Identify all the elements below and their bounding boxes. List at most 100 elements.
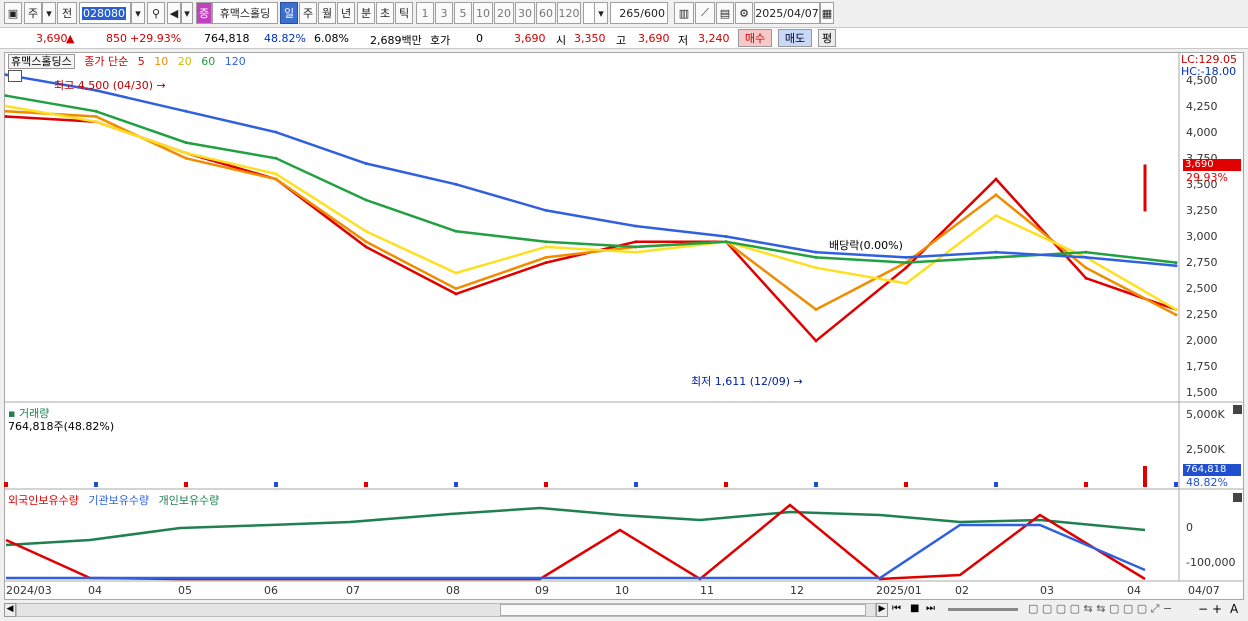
x-tick: 02 [955,584,969,597]
first-page-icon[interactable]: ⏮ [892,603,901,614]
y-tick: 4,500 [1186,74,1218,87]
font-size-icon[interactable]: A [1230,602,1238,616]
ma-60-point [814,255,818,259]
ma-120-label: 120 [224,55,246,68]
ma-120-point [1174,264,1178,268]
ma-10-point [544,255,548,259]
legend-institution: 기관보유수량 [88,494,150,507]
last-page-icon[interactable]: ⏭ [926,603,935,614]
ma-20-point [364,229,368,233]
volume-bar [4,482,8,487]
legend-individual: 개인보유수량 [158,494,220,507]
ma-120-point [454,182,458,186]
ma-10-point [1084,266,1088,270]
holding-close-icon[interactable] [1233,493,1242,502]
y-tick: 4,000 [1186,126,1218,139]
y-tick: 2,500 [1186,282,1218,295]
ma-60-label: 60 [201,55,216,68]
volume-bar [184,482,188,487]
stop-icon[interactable]: ■ [910,603,919,614]
y-tick: 3,250 [1186,204,1218,217]
ma-title: 종가 단순 [84,55,129,68]
ma-5-point [634,240,638,244]
ma-5-point [1084,276,1088,280]
ma-5-point [454,292,458,296]
ma-20-label: 20 [177,55,192,68]
ma-10-point [4,109,8,113]
ma-5-point [904,266,908,270]
volume-y-tick: 5,000K [1186,408,1225,421]
ma-20-point [454,271,458,275]
ma-5-point [814,339,818,343]
ma-60-point [724,240,728,244]
volume-bar [904,482,908,487]
zoom-slider[interactable] [948,608,1018,611]
y-tick: 2,250 [1186,308,1218,321]
ma-10-point [454,287,458,291]
current-price-tag: 3,690 [1183,159,1241,171]
x-end-label: 04/07 [1188,584,1220,597]
volume-bar [364,482,368,487]
ma-20-point [904,281,908,285]
ma-5-point [4,115,8,119]
x-tick: 05 [178,584,192,597]
zoom-out-icon[interactable]: − [1198,602,1208,616]
zoom-in-icon[interactable]: + [1212,602,1222,616]
volume-bar [454,482,458,487]
scrollbar-thumb[interactable] [500,604,866,616]
ma-120-point [1084,255,1088,259]
ma-60-point [1174,261,1178,265]
ma-120-point [904,255,908,259]
ma-120-point [814,250,818,254]
x-tick: 04 [88,584,102,597]
x-tick: 2024/03 [6,584,52,597]
ma-10-point [274,177,278,181]
volume-tag: 764,818 [1183,464,1241,476]
ma-60-point [94,109,98,113]
ma-10-point [364,240,368,244]
ma-20-point [544,245,548,249]
ma-60-line [5,94,1177,264]
high-note-text: 최고 4,500 (04/30) [54,79,154,92]
volume-close-icon[interactable] [1233,405,1242,414]
ma-120-line [5,73,1177,267]
volume-value: 764,818주(48.82%) [8,420,115,433]
ma-60-point [364,198,368,202]
ma-120-point [724,235,728,238]
y-tick: 2,750 [1186,256,1218,269]
holding-legend: 외국인보유수량 기관보유수량 개인보유수량 [8,492,225,508]
ma-10-point [94,115,98,119]
ex-rights-note: 배당락(0.00%) [829,239,903,252]
layout-icons[interactable]: ▢ ▢ ▢ ▢ ⇆ ⇆ ▢ ▢ ▢ ⤢ − [1028,602,1172,616]
x-tick: 2025/01 [876,584,922,597]
ma-60-point [994,255,998,259]
table-icon[interactable] [8,70,22,82]
ma-120-point [274,130,278,134]
volume-bar [724,482,728,487]
x-tick: 04 [1127,584,1141,597]
low-note: 최저 1,611 (12/09) → [691,375,803,388]
ma-120-point [544,208,548,212]
ma-10-point [994,193,998,197]
y-tick: 2,000 [1186,334,1218,347]
ma-5-point [994,177,998,181]
stock-label: 휴맥스홀딩스 [8,54,75,69]
ma-10-point [814,308,818,312]
price-chart-svg[interactable] [0,0,1248,621]
ma-5-point [364,245,368,249]
volume-bar [994,482,998,487]
ma-60-point [274,156,278,160]
individual-holding-line [5,506,1146,547]
ma-120-point [364,161,368,165]
scroll-right-button[interactable]: ▶ [876,603,888,617]
y-tick: 3,000 [1186,230,1218,243]
x-tick: 07 [346,584,360,597]
legend-foreign: 외국인보유수량 [8,494,79,507]
ma-20-point [184,151,188,155]
volume-bar [94,482,98,487]
x-tick: 10 [615,584,629,597]
holding-y-tick: 0 [1186,521,1193,534]
x-tick: 09 [535,584,549,597]
scroll-left-button[interactable]: ◀ [4,603,16,617]
ma-20-point [274,172,278,176]
